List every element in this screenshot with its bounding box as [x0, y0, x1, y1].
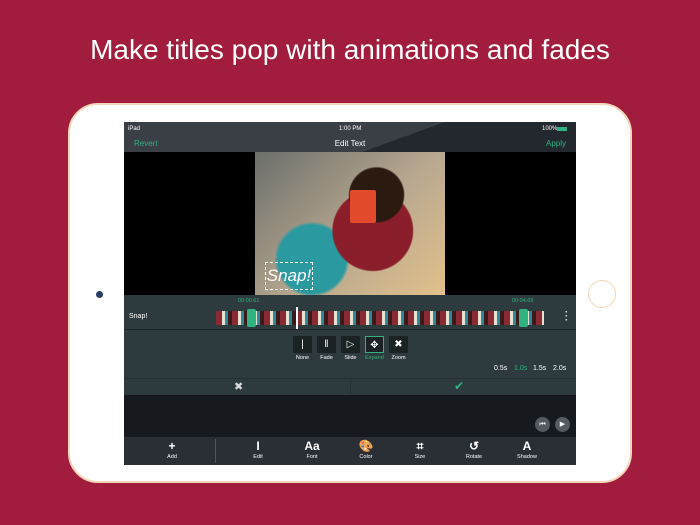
filmstrip[interactable]: [216, 309, 544, 327]
toolbar-divider: [215, 439, 216, 463]
rewind-button[interactable]: ⏮: [535, 417, 550, 432]
tool-label: Rotate: [465, 454, 483, 460]
home-button[interactable]: [588, 280, 616, 308]
duration-option-2.0s[interactable]: 2.0s: [553, 365, 566, 372]
color-icon: 🎨: [358, 439, 374, 453]
end-timecode: 00:04.65: [512, 298, 534, 304]
revert-button[interactable]: Revert: [134, 139, 158, 148]
transition-picker: | None ‖ Fade ▷ Slide ✥ Expand ✖ Zoom 0.5s 1.0s 1.5s…: [124, 330, 576, 378]
tool-font-button[interactable]: Aa Font: [292, 439, 332, 460]
video-preview: Snap!: [124, 152, 576, 295]
none-icon[interactable]: |: [293, 336, 312, 353]
app-screen: iPad 1:00 PM 100% Revert Edit Text Apply…: [124, 122, 576, 465]
edit-icon: I: [256, 439, 260, 453]
duration-option-0.5s[interactable]: 0.5s: [494, 365, 507, 372]
duration-option-1.0s[interactable]: 1.0s: [514, 365, 527, 372]
tool-label: Size: [414, 454, 426, 460]
headline: Make titles pop with animations and fade…: [90, 34, 610, 65]
fade-icon[interactable]: ‖: [317, 336, 336, 353]
tool-color-button[interactable]: 🎨 Color: [346, 439, 386, 460]
tool-label: Color: [359, 454, 373, 460]
action-bar: ✖ ✔: [124, 378, 576, 395]
tool-rotate-button[interactable]: ↺ Rotate: [454, 439, 494, 460]
add-icon: +: [168, 439, 176, 453]
playhead[interactable]: [296, 307, 298, 329]
cancel-button[interactable]: ✖: [234, 380, 243, 393]
device-label: iPad: [128, 126, 141, 132]
divider: [350, 380, 351, 394]
slide-icon[interactable]: ▷: [341, 336, 360, 353]
zoom-icon[interactable]: ✖: [389, 336, 408, 353]
start-timecode: 00:00.61: [238, 298, 260, 304]
duration-option-1.5s[interactable]: 1.5s: [533, 365, 546, 372]
title-overlay[interactable]: Snap!: [265, 262, 313, 290]
start-trim-handle[interactable]: [247, 309, 256, 327]
timeline: 00:00.61 00:04.65 Snap! · · ·: [124, 295, 576, 330]
confirm-button[interactable]: ✔: [454, 379, 464, 393]
more-options-icon[interactable]: · · ·: [565, 308, 568, 325]
photo-camera: [350, 190, 376, 223]
front-camera: [96, 291, 103, 298]
track-label: Snap!: [129, 313, 148, 320]
battery-level: 100%: [542, 126, 558, 132]
tool-label: Font: [306, 454, 318, 460]
shadow-icon: A: [522, 439, 532, 453]
play-button[interactable]: ▶: [555, 417, 570, 432]
expand-icon[interactable]: ✥: [365, 336, 384, 353]
tool-label: Add: [167, 454, 177, 460]
playback-area: ⏮ ▶: [124, 395, 576, 437]
tool-label: Shadow: [517, 454, 537, 460]
tool-shadow-button[interactable]: A Shadow: [507, 439, 547, 460]
status-and-nav-bar: iPad 1:00 PM 100% Revert Edit Text Apply: [124, 122, 576, 152]
size-icon: ⌗: [416, 439, 424, 453]
tool-add-button[interactable]: + Add: [152, 439, 192, 460]
font-icon: Aa: [304, 439, 320, 453]
bottom-toolbar: + Add I Edit Aa Font 🎨 Color ⌗ Size ↺ Rotate A Shadow: [124, 437, 576, 465]
tool-edit-button[interactable]: I Edit: [238, 439, 278, 460]
tool-size-button[interactable]: ⌗ Size: [400, 439, 440, 460]
battery-icon: [557, 127, 567, 131]
clock: 1:00 PM: [339, 126, 362, 132]
apply-button[interactable]: Apply: [546, 139, 566, 148]
transition-label-zoom: Zoom: [391, 355, 406, 361]
preview-photo: Snap!: [255, 152, 445, 295]
end-trim-handle[interactable]: [519, 309, 528, 327]
rotate-icon: ↺: [468, 439, 480, 453]
page-title: Edit Text: [334, 139, 366, 148]
tool-label: Edit: [253, 454, 263, 460]
